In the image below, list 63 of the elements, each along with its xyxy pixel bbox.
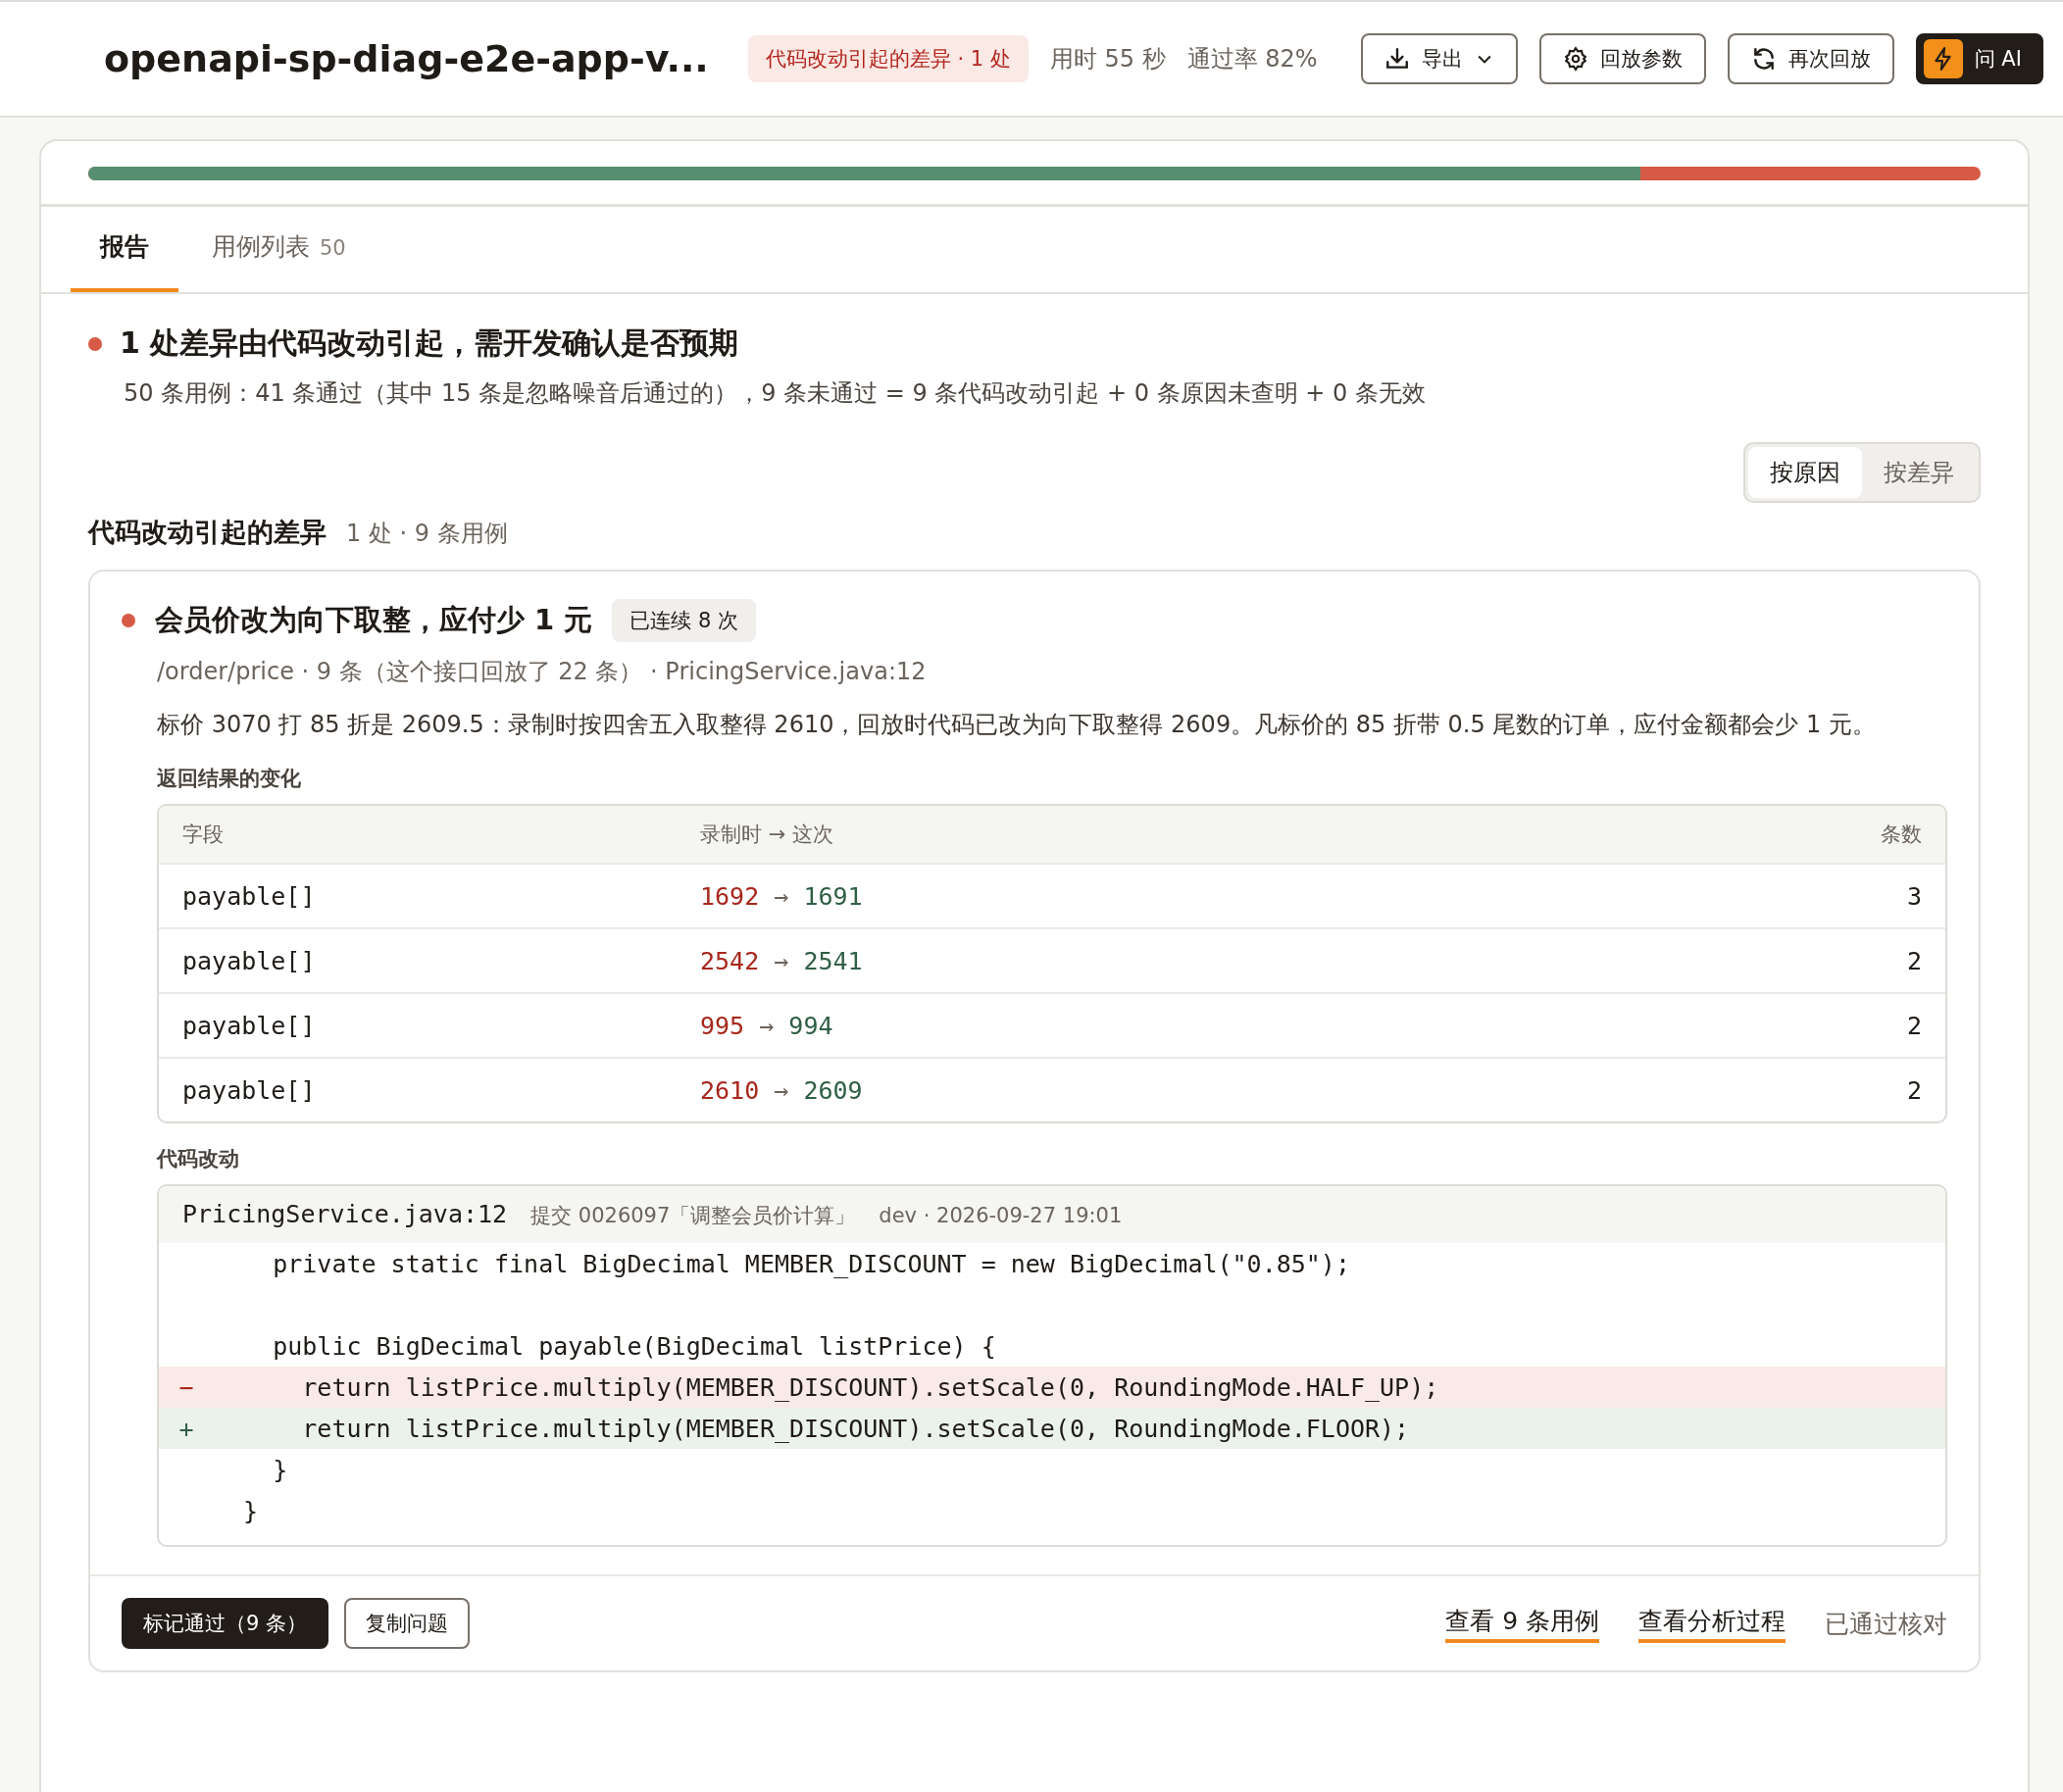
section-title: 代码改动引起的差异 [88,516,327,549]
new-value: 2541 [803,946,863,975]
old-value: 2610 [700,1075,760,1105]
link[interactable]: 查看 9 条用例 [1445,1604,1599,1643]
field-cell-text: payable[] [182,1075,317,1105]
branch-date: dev · 2026-09-27 19:01 [879,1204,1123,1228]
new-value: 2609 [803,1075,863,1105]
section-label: 返回结果的变化 [157,766,302,793]
issue-title: 会员价改为向下取整，应付少 1 元 [155,602,593,638]
export-button[interactable]: 导出 [1360,33,1518,84]
section-label: 代码改动 [157,1146,240,1173]
field-cell-text: payable[] [182,881,317,911]
ai-button[interactable]: 问 AI [1915,33,2043,84]
settings-icon [1562,46,1588,72]
code-line: public BigDecimal payable(BigDecimal listPrice) { [272,1331,996,1361]
code-line: private static final BigDecimal MEMBER_DISCOUNT = new BigDecimal("0.85"); [272,1249,1350,1278]
tab[interactable]: 报告 [71,207,178,292]
new-value: 994 [788,1011,833,1040]
streak-badge: 已连续 8 次 [612,599,757,642]
toggle-option[interactable]: 按原因 [1748,447,1862,498]
count-cell-text: 2 [1905,1075,1922,1105]
duration-text: 用时 55 秒 [1049,44,1166,75]
code-line: } [242,1496,259,1525]
code-line: } [272,1455,288,1484]
old-value: 1692 [700,881,760,911]
arrow-text: → [774,946,789,975]
tab[interactable]: 用例列表 50 [182,207,376,292]
column-header: 字段 [182,821,225,849]
params-button[interactable]: 回放参数 [1538,33,1706,84]
issue-meta: /order/price · 9 条（这个接口回放了 22 条） · PricingService.java:12 [157,657,928,687]
commit-text: 提交 0026097「调整会员价计算」 [530,1203,856,1230]
tab-count: 50 [320,236,346,260]
summary-text: 50 条用例：41 条通过（其中 15 条是忽略噪音后通过的），9 条未通过 = 9 条代码改动引起 + 0 条原因未查明 + 0 条无效 [124,378,1427,409]
download-icon [1384,46,1410,72]
lightning-icon [1923,39,1963,78]
status-dot [122,614,135,627]
arrow-text: → [774,881,789,911]
count-cell-text: 2 [1905,1011,1922,1040]
new-value: 1691 [803,881,863,911]
field-cell-text: payable[] [182,1011,317,1040]
arrow-text: → [774,1075,789,1105]
field-cell-text: payable[] [182,946,317,975]
mark-passed-button[interactable]: 标记通过（9 条） [122,1598,329,1650]
toggle-option[interactable]: 按差异 [1862,447,1976,498]
file-name: PricingService.java:12 [182,1200,508,1229]
status-dot [88,336,102,351]
count-cell-text: 3 [1905,881,1922,911]
link[interactable]: 查看分析过程 [1638,1604,1786,1643]
column-header: 条数 [1880,821,1922,849]
column-header: 录制时 → 这次 [700,821,834,849]
pass-rate-text: 通过率 82% [1186,44,1318,75]
old-value: 995 [700,1011,745,1040]
replay-button[interactable]: 再次回放 [1727,33,1894,84]
status-text: 已通过核对 [1825,1608,1947,1640]
status-badge: 代码改动引起的差异 · 1 处 [747,35,1029,82]
count-cell-text: 2 [1905,946,1922,975]
old-value: 2542 [700,946,760,975]
section-meta: 1 处 · 9 条用例 [346,519,508,549]
copy-issue-button[interactable]: 复制问题 [344,1598,471,1650]
page-title: openapi-sp-diag-e2e-app-v... [104,37,709,80]
issue-description: 标价 3070 打 85 折是 2609.5：录制时按四舍五入取整得 2610，回放时代码已改为向下取整得 2609。凡标价的 85 折带 0.5 尾数的订单，应付金额都会少 1 元。 [157,710,1877,740]
arrow-text: → [759,1011,775,1040]
summary-title: 1 处差异由代码改动引起，需开发确认是否预期 [120,324,739,362]
